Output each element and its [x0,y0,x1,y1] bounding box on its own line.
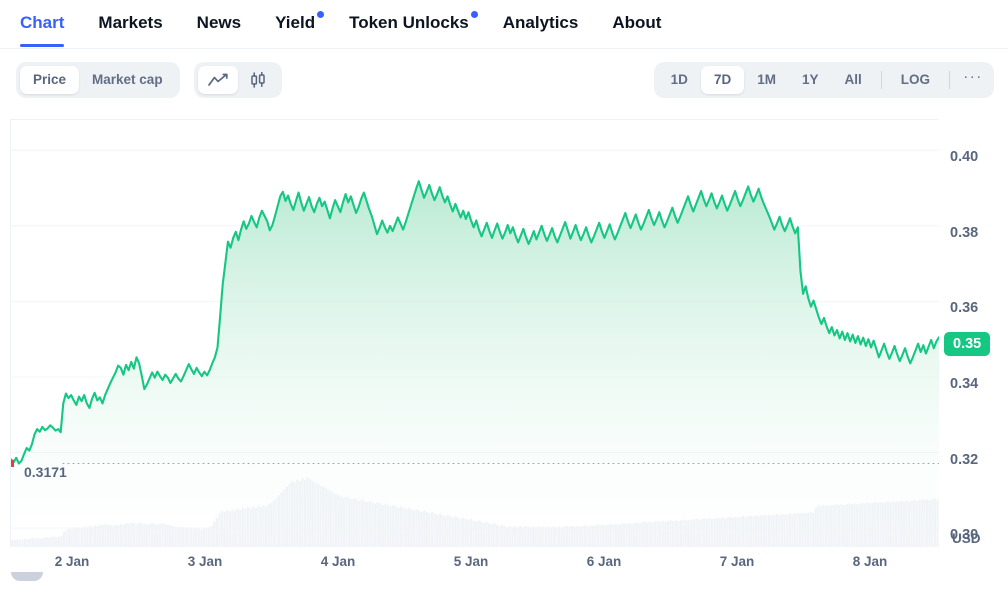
range-1d[interactable]: 1D [658,66,701,94]
tab-yield[interactable]: Yield [275,11,325,47]
tab-about-label: About [612,13,662,32]
tab-yield-label: Yield [275,13,316,32]
tab-chart-label: Chart [20,13,65,32]
tab-token-unlocks-label: Token Unlocks [349,13,469,32]
range-1y[interactable]: 1Y [789,66,832,94]
tab-chart[interactable]: Chart [20,12,65,47]
tab-news-label: News [196,13,242,32]
x-tick-label: 8 Jan [852,554,888,569]
tab-analytics-label: Analytics [502,13,579,32]
x-axis: 2 Jan 3 Jan 4 Jan 5 Jan 6 Jan 7 Jan 8 Ja… [0,546,1008,581]
metric-toggle-group: Price Market cap [16,62,180,98]
x-tick-label: 4 Jan [320,554,356,569]
metric-option-market-cap[interactable]: Market cap [79,66,176,94]
x-tick-label: 3 Jan [187,554,223,569]
current-price-badge: 0.35 [944,332,991,357]
y-tick-label: 0.32 [950,451,979,468]
chart-plot-area[interactable] [10,119,939,547]
section-tabs: Chart Markets News Yield Token Unlocks A… [0,0,1008,49]
y-axis: 0.40 0.38 0.36 0.34 0.32 0.30 0.35 USD [938,119,1008,546]
x-tick-label: 5 Jan [453,554,489,569]
tab-active-underline [20,44,65,47]
tab-markets[interactable]: Markets [98,12,162,47]
time-range-group: 1D 7D 1M 1Y All LOG ··· [653,62,994,98]
x-tick-label: 7 Jan [719,554,755,569]
tab-analytics[interactable]: Analytics [503,12,579,47]
low-price-label: 0.3171 [24,464,67,481]
tab-news[interactable]: News [197,12,241,47]
notification-dot-icon [317,11,325,18]
x-tick-label: 2 Jan [54,554,90,569]
range-1m[interactable]: 1M [744,66,789,94]
log-scale-toggle[interactable]: LOG [888,66,943,94]
toolbar-divider [949,71,950,89]
y-tick-label: 0.40 [950,149,979,166]
metric-option-price[interactable]: Price [20,66,80,94]
tab-token-unlocks[interactable]: Token Unlocks [349,11,478,47]
y-axis-unit-label: USD [952,531,981,546]
chart-type-group [193,62,282,98]
price-chart: 0.40 0.38 0.36 0.34 0.32 0.30 0.35 USD 0… [10,111,1008,547]
candlestick-chart-icon[interactable] [238,66,278,94]
price-area-fill [11,181,939,547]
range-7d[interactable]: 7D [700,66,745,94]
notification-dot-icon [470,11,478,18]
tab-about[interactable]: About [612,12,661,47]
more-options-icon[interactable]: ··· [956,66,990,94]
y-tick-label: 0.38 [950,224,979,241]
y-tick-label: 0.36 [950,300,979,317]
chart-toolbar: Price Market cap 1D 7D 1M 1Y All LOG ··· [0,49,1008,111]
chart-canvas [11,149,939,547]
x-tick-label: 6 Jan [586,554,622,569]
range-slider-handle[interactable] [11,572,43,581]
y-tick-label: 0.34 [950,375,979,392]
tab-markets-label: Markets [98,13,163,32]
toolbar-divider [880,71,882,89]
line-chart-icon[interactable] [197,66,238,94]
range-all[interactable]: All [831,66,874,94]
